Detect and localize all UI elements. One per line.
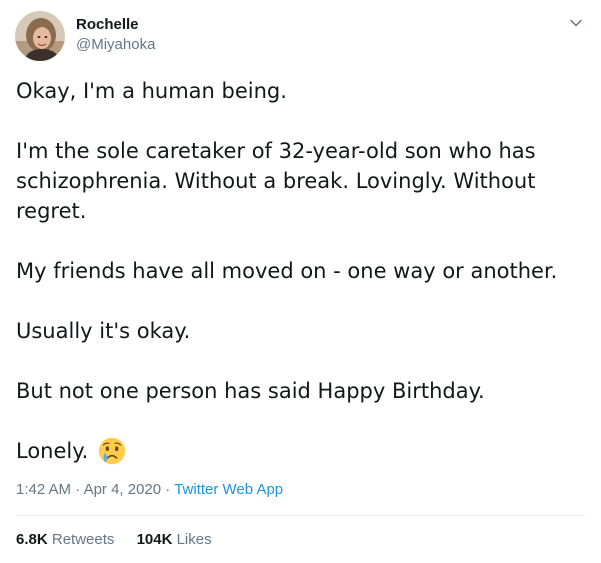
tweet-paragraph: But not one person has said Happy Birthd… [16,379,485,403]
retweets-label: Retweets [51,531,115,548]
likes-count: 104K [136,531,173,548]
tweet-paragraph-last: Lonely. [16,436,586,466]
tweet-paragraph: Usually it's okay. [16,319,191,343]
tweet-paragraph: Okay, I'm a human being. [16,79,287,103]
user-handle[interactable]: @Miyahoka [76,35,155,55]
tweet-paragraph: My friends have all moved on - one way o… [16,259,558,283]
tweet-source-link[interactable]: Twitter Web App [174,481,283,498]
tweet-time[interactable]: 1:42 AM [16,481,71,498]
chevron-down-icon [570,19,582,27]
avatar-image [15,11,65,61]
tweet-card: Rochelle @Miyahoka Okay, I'm a human bei… [0,0,601,563]
tweet-paragraph-text: Lonely. [16,439,89,463]
tweet-paragraph: I'm the sole caretaker of 32-year-old so… [16,139,536,223]
divider [16,515,585,516]
meta-separator: · [71,481,84,498]
retweets-stat[interactable]: 6.8K Retweets [16,531,114,548]
likes-label: Likes [176,531,212,548]
likes-stat[interactable]: 104K Likes [137,531,212,548]
tweet-date[interactable]: Apr 4, 2020 [84,481,162,498]
more-options-button[interactable] [565,12,587,34]
retweets-count: 6.8K [16,531,48,548]
crying-face-emoji-icon [99,437,126,465]
tweet-stats: 6.8K Retweets 104K Likes [16,530,230,550]
tweet-text: Okay, I'm a human being. I'm the sole ca… [16,76,586,466]
display-name[interactable]: Rochelle [76,15,155,35]
tweet-timestamp: 1:42 AM · Apr 4, 2020 · Twitter Web App [16,480,283,500]
user-info: Rochelle @Miyahoka [76,15,155,55]
meta-separator: · [161,481,175,498]
avatar[interactable] [15,11,65,61]
